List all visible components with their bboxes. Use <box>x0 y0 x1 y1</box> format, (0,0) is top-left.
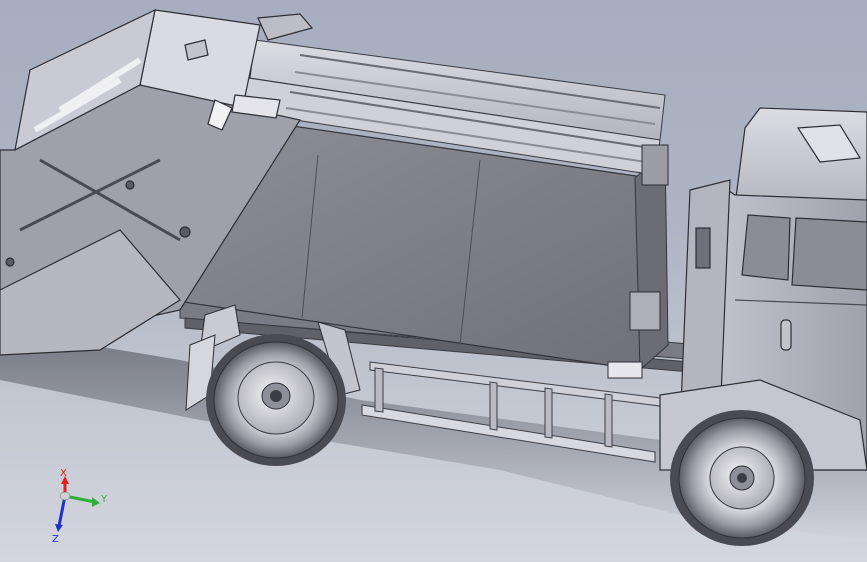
reference-triad: X Y Z <box>52 468 108 545</box>
truck-model-view[interactable] <box>0 0 867 562</box>
z-axis-line <box>57 495 67 527</box>
x-axis-label: X <box>60 468 67 479</box>
y-axis-arrow <box>92 497 100 507</box>
z-axis-label: Z <box>52 534 59 545</box>
rear-wheel <box>206 334 346 466</box>
y-axis-label: Y <box>100 494 108 505</box>
front-wheel <box>670 410 814 546</box>
z-axis-arrow <box>55 524 63 532</box>
triad-origin <box>59 491 71 501</box>
cad-graphics-viewport[interactable]: X Y Z <box>0 0 867 562</box>
